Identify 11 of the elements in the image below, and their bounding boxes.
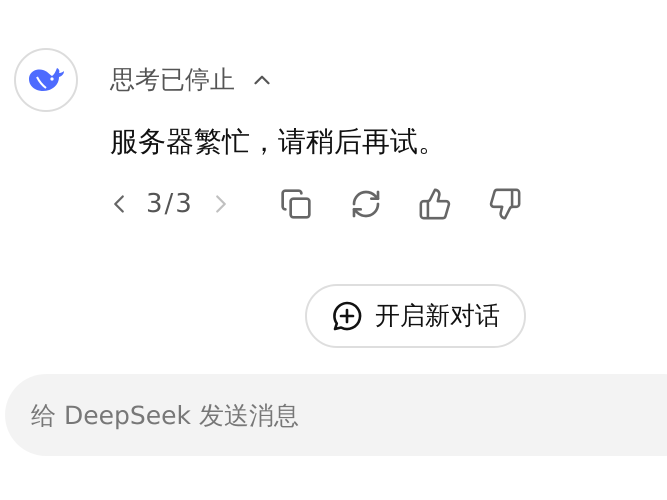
thinking-toggle[interactable]: 思考已停止 bbox=[110, 48, 522, 112]
message-text: 服务器繁忙，请稍后再试。 bbox=[110, 124, 447, 160]
new-chat-button[interactable]: 开启新对话 bbox=[305, 284, 526, 348]
page-counter: 3/3 bbox=[146, 188, 194, 220]
message-input[interactable]: 给 DeepSeek 发送消息 bbox=[5, 374, 667, 456]
logo-icon bbox=[14, 48, 78, 112]
copy-icon[interactable] bbox=[280, 188, 312, 220]
refresh-icon[interactable] bbox=[350, 188, 382, 220]
thumbs-up-icon[interactable] bbox=[418, 187, 452, 221]
chat-plus-icon bbox=[331, 300, 363, 332]
thumbs-down-icon[interactable] bbox=[488, 187, 522, 221]
